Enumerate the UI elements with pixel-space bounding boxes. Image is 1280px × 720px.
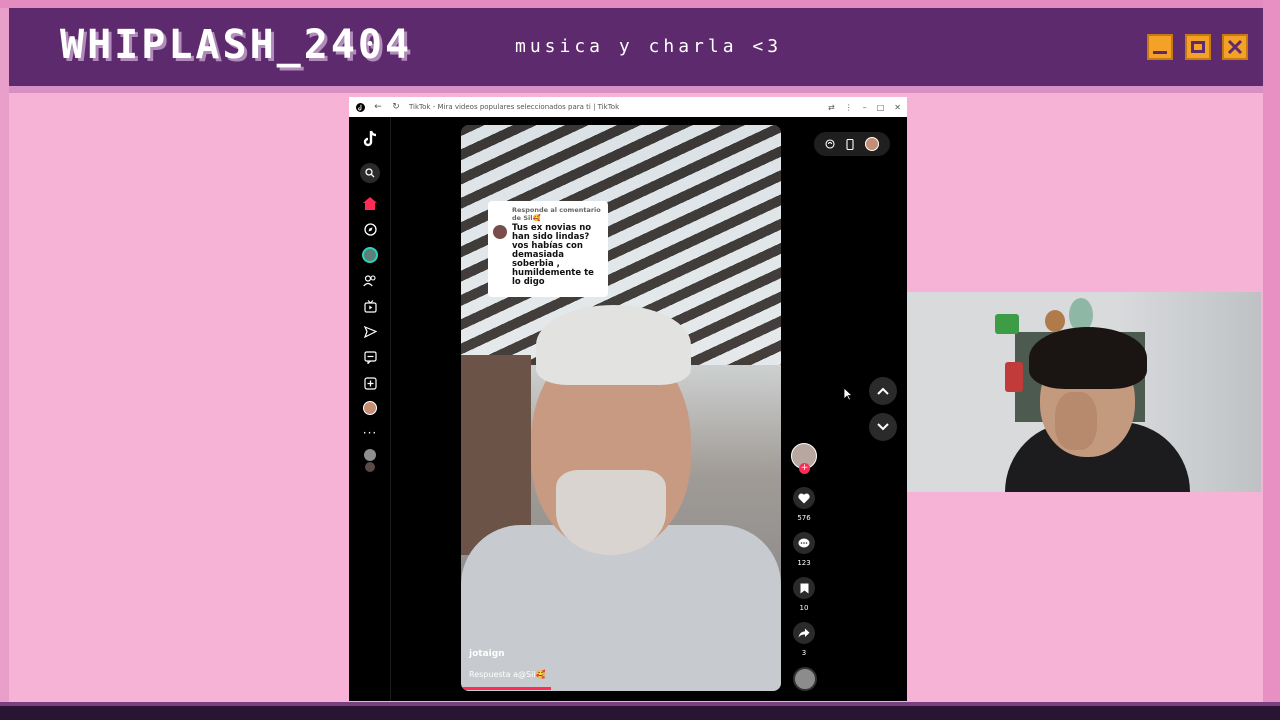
live-icon[interactable] bbox=[360, 296, 380, 316]
webcam-sticker bbox=[1005, 362, 1023, 392]
back-icon[interactable]: ← bbox=[371, 100, 385, 114]
video-scene-beard bbox=[556, 470, 666, 555]
browser-titlebar: ← ↻ TikTok - Mira videos populares selec… bbox=[349, 97, 907, 117]
overlay-bottom-strip bbox=[0, 702, 1280, 706]
share-button[interactable] bbox=[793, 622, 815, 644]
upload-icon[interactable] bbox=[360, 373, 380, 393]
messages-icon[interactable] bbox=[360, 322, 380, 342]
commenter-avatar bbox=[493, 225, 507, 239]
video-progress-bar[interactable] bbox=[461, 687, 551, 690]
reply-comment-header: Responde al comentario de Sil🥰 bbox=[512, 206, 601, 222]
webcam-feed bbox=[907, 292, 1261, 492]
next-video-button[interactable] bbox=[869, 413, 897, 441]
user-avatar[interactable] bbox=[864, 137, 879, 151]
close-icon bbox=[1227, 39, 1243, 55]
close-icon[interactable]: ✕ bbox=[894, 103, 901, 112]
video-author[interactable]: jotaign bbox=[469, 649, 505, 659]
save-count: 10 bbox=[799, 604, 809, 612]
browser-tab-title: TikTok - Mira videos populares seleccion… bbox=[409, 103, 620, 111]
comment-count: 123 bbox=[797, 559, 811, 567]
webcam-sticker bbox=[1045, 310, 1065, 332]
following-avatar-stack[interactable] bbox=[360, 449, 380, 472]
save-button[interactable] bbox=[793, 577, 815, 599]
like-count: 576 bbox=[797, 514, 811, 522]
tiktok-sidebar: ··· bbox=[349, 117, 391, 701]
reply-comment-text: Tus ex novias no han sido lindas? vos ha… bbox=[512, 223, 594, 287]
comment-icon bbox=[798, 538, 810, 547]
stream-subtitle: musica y charla <3 bbox=[515, 36, 783, 57]
mobile-app-icon[interactable] bbox=[846, 138, 854, 150]
tiktok-logo-icon[interactable] bbox=[360, 129, 380, 149]
overlay-left-border bbox=[0, 8, 9, 720]
follow-plus-icon[interactable]: + bbox=[799, 463, 810, 474]
video-scene-hair bbox=[536, 305, 691, 385]
tiktok-favicon-icon bbox=[353, 100, 367, 114]
overlay-right-border bbox=[1263, 0, 1280, 720]
mouse-cursor-icon bbox=[843, 387, 853, 401]
maximize-icon bbox=[1191, 41, 1205, 53]
inbox-icon[interactable] bbox=[360, 347, 380, 367]
live-avatar[interactable] bbox=[360, 245, 380, 265]
share-count: 3 bbox=[801, 649, 807, 657]
comment-button[interactable] bbox=[793, 532, 815, 554]
coins-icon[interactable] bbox=[825, 139, 835, 149]
video-caption: Respuesta a@Sil🥰 bbox=[469, 670, 546, 679]
translate-icon[interactable]: ⇄ bbox=[828, 103, 835, 112]
more-icon[interactable]: ··· bbox=[360, 423, 380, 443]
reload-icon[interactable]: ↻ bbox=[389, 100, 403, 114]
webcam-person-hair bbox=[1029, 327, 1147, 389]
webcam-person-hand bbox=[1055, 392, 1097, 450]
heart-icon bbox=[798, 493, 810, 503]
search-icon[interactable] bbox=[360, 163, 380, 183]
overlay-top-border bbox=[0, 0, 1280, 8]
overlay-maximize-button bbox=[1185, 34, 1211, 60]
share-icon bbox=[798, 628, 810, 638]
bookmark-icon bbox=[800, 583, 808, 593]
reply-comment-sticker: Responde al comentario de Sil🥰 Tus ex no… bbox=[488, 201, 608, 297]
minimize-icon bbox=[1153, 50, 1167, 54]
chevron-up-icon bbox=[877, 387, 889, 395]
previous-video-button[interactable] bbox=[869, 377, 897, 405]
following-icon[interactable] bbox=[360, 271, 380, 291]
video-player[interactable]: Responde al comentario de Sil🥰 Tus ex no… bbox=[461, 125, 781, 691]
maximize-icon[interactable]: □ bbox=[877, 103, 885, 112]
profile-avatar[interactable] bbox=[360, 398, 380, 418]
overlay-titlebar-border bbox=[9, 86, 1263, 93]
minimize-icon[interactable]: – bbox=[863, 103, 867, 112]
kebab-menu-icon[interactable]: ⋮ bbox=[845, 103, 853, 112]
browser-window: ← ↻ TikTok - Mira videos populares selec… bbox=[349, 97, 907, 701]
overlay-close-button bbox=[1222, 34, 1248, 60]
music-disc[interactable] bbox=[793, 667, 817, 691]
like-button[interactable] bbox=[793, 487, 815, 509]
top-right-controls bbox=[814, 132, 890, 156]
channel-logo: WHIPLASH_2404 bbox=[60, 22, 413, 68]
overlay-minimize-button bbox=[1147, 34, 1173, 60]
webcam-sticker bbox=[995, 314, 1019, 334]
home-icon[interactable] bbox=[360, 193, 380, 213]
explore-icon[interactable] bbox=[360, 219, 380, 239]
chevron-down-icon bbox=[877, 423, 889, 431]
browser-controls: ⇄ ⋮ – □ ✕ bbox=[828, 97, 901, 117]
